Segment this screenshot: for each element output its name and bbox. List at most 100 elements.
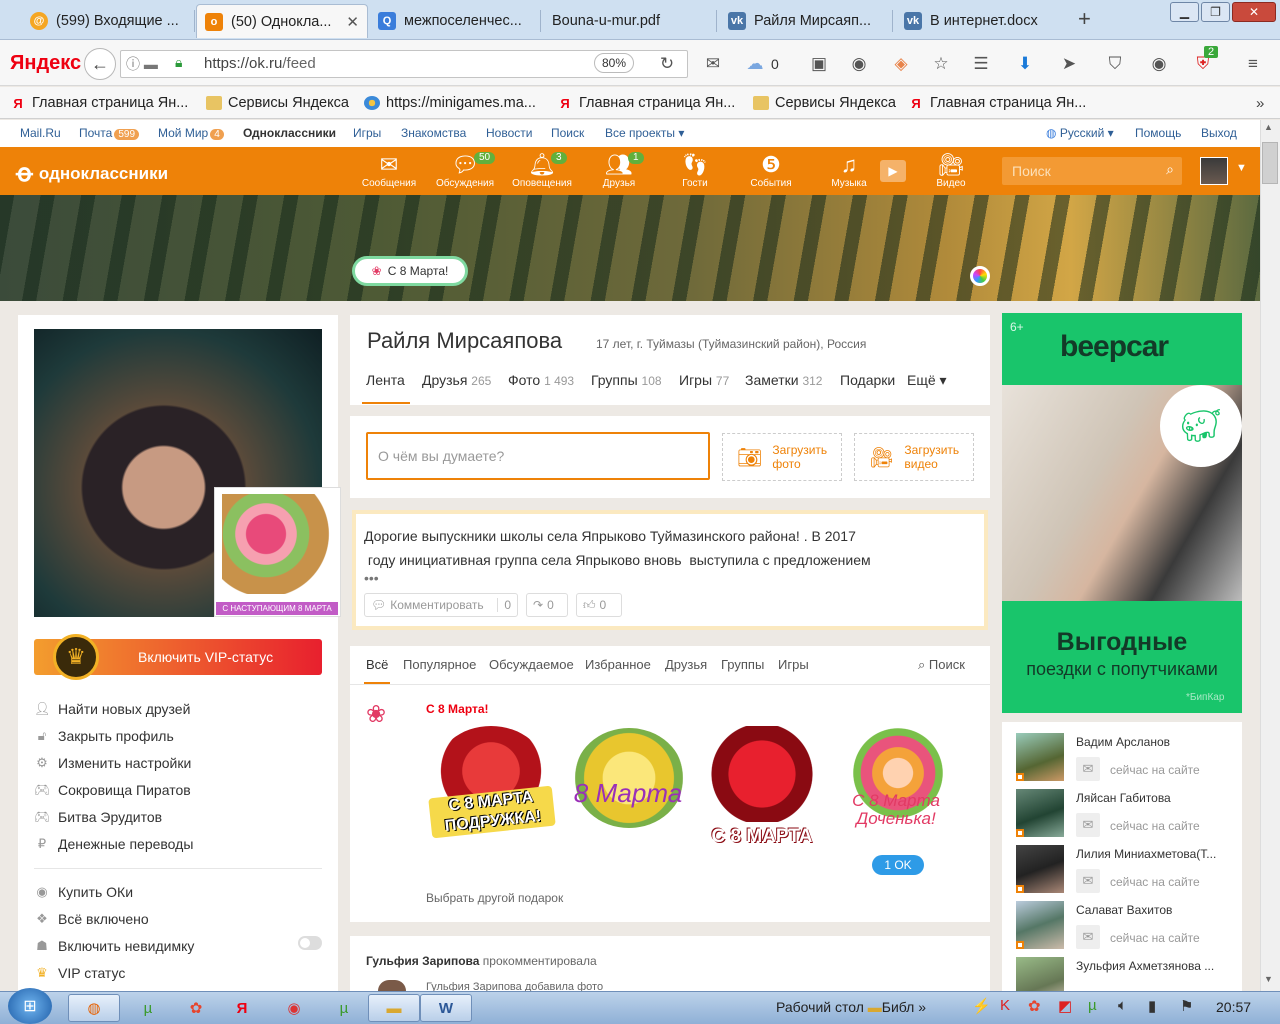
- upload-photo-button[interactable]: 📷︎ Загрузить фото: [722, 433, 842, 481]
- nav-guests[interactable]: 👣︎ Гости: [658, 152, 732, 189]
- tray-icon[interactable]: µ: [1088, 997, 1097, 1014]
- menu-invisible[interactable]: ☗ Включить невидимку: [34, 938, 194, 954]
- nav-video[interactable]: 🎥︎ Видео: [914, 152, 988, 189]
- like-button[interactable]: 👍︎ 0: [576, 593, 622, 617]
- pocket-icon[interactable]: ⛉: [1104, 53, 1126, 75]
- bookmark-item[interactable]: Сервисы Яндекса: [206, 95, 349, 111]
- portal-link-all-projects[interactable]: Все проекты ▾: [605, 126, 684, 140]
- url-text[interactable]: https://ok.ru/feed: [204, 55, 316, 72]
- friend-name[interactable]: Салават Вахитов: [1076, 903, 1236, 917]
- feed-author-avatar[interactable]: [378, 980, 406, 991]
- network-icon[interactable]: ▮: [1148, 997, 1156, 1015]
- friend-item[interactable]: Зульфия Ахметзянова ...: [1016, 957, 1236, 991]
- zoom-level[interactable]: 80%: [594, 53, 634, 73]
- comment-button[interactable]: 💬︎ Комментировать 0: [364, 593, 518, 617]
- browser-tab-vk1[interactable]: vk Райля Мирсаяп...: [720, 4, 890, 38]
- tray-icon[interactable]: ⚡: [972, 997, 991, 1015]
- chevron-down-icon[interactable]: ▼: [1236, 162, 1247, 174]
- envelope-icon[interactable]: ✉: [1076, 869, 1100, 893]
- friend-item[interactable]: Ляйсан Габитова ✉ сейчас на сайте: [1016, 789, 1236, 839]
- menu-icon[interactable]: ≡: [1242, 53, 1264, 75]
- cloud-icon[interactable]: ☁: [744, 53, 766, 75]
- page-scrollbar[interactable]: [1260, 120, 1280, 991]
- cover-color-picker-icon[interactable]: [970, 266, 990, 286]
- friend-name[interactable]: Вадим Арсланов: [1076, 735, 1236, 749]
- feed-tab-discussed[interactable]: Обсуждаемое: [489, 657, 574, 672]
- start-button[interactable]: ⊞: [8, 988, 52, 1024]
- browser-tab-ok[interactable]: о (50) Однокла... ✕: [196, 4, 368, 38]
- envelope-icon[interactable]: ✉: [1076, 813, 1100, 837]
- tab-more[interactable]: Ещё ▾: [907, 372, 947, 389]
- tab-friends[interactable]: Друзья 265: [422, 372, 491, 388]
- download-icon[interactable]: ⬇: [1014, 53, 1036, 75]
- taskbar-firefox[interactable]: ◍: [68, 994, 120, 1022]
- gift-price-badge[interactable]: 1 OK: [872, 855, 924, 875]
- tab-games[interactable]: Игры 77: [679, 372, 729, 388]
- nav-notifications[interactable]: 🔔︎ 3 Оповещения: [505, 152, 579, 189]
- friend-item[interactable]: Салават Вахитов ✉ сейчас на сайте: [1016, 901, 1236, 951]
- bookmark-item[interactable]: Я Главная страница Ян...: [908, 95, 1086, 111]
- portal-link-games[interactable]: Игры: [353, 126, 381, 140]
- upload-video-button[interactable]: 🎥︎ Загрузить видео: [854, 433, 974, 481]
- nav-discussions[interactable]: 💬︎ 50 Обсуждения: [428, 152, 502, 189]
- nav-friends[interactable]: 👥︎ 1 Друзья: [582, 152, 656, 189]
- yandex-logo[interactable]: Яндекс: [10, 52, 81, 75]
- menu-close-profile[interactable]: 🔓︎ Закрыть профиль: [34, 728, 174, 744]
- portal-link-news[interactable]: Новости: [486, 126, 532, 140]
- tray-icon[interactable]: ✿: [1028, 997, 1041, 1015]
- minimize-icon[interactable]: ▁: [1170, 2, 1199, 22]
- envelope-icon[interactable]: ✉: [1076, 925, 1100, 949]
- menu-settings[interactable]: ⚙ Изменить настройки: [34, 755, 191, 771]
- gift-girl[interactable]: С 8 Марта Доченька!: [834, 722, 958, 852]
- scroll-up-icon[interactable]: ▲: [1264, 122, 1273, 132]
- browser-tab-pdf[interactable]: Bouna-u-mur.pdf: [544, 4, 714, 38]
- tab-photos[interactable]: Фото 1 493: [508, 372, 574, 388]
- gift-roses[interactable]: С 8 МАРТА ПОДРУЖКА!: [428, 722, 556, 852]
- bookmarks-overflow-icon[interactable]: »: [1256, 95, 1264, 112]
- taskbar-word[interactable]: W: [420, 994, 472, 1022]
- menu-find-friends[interactable]: 👤︎ Найти новых друзей: [34, 701, 190, 717]
- ok-extension-icon[interactable]: ◈: [890, 53, 912, 75]
- friend-name[interactable]: Зульфия Ахметзянова ...: [1076, 959, 1236, 973]
- menu-buy-ok[interactable]: ◉ Купить ОКи: [34, 884, 133, 900]
- portal-link-mir[interactable]: Мой Мир 4: [158, 126, 224, 140]
- tab-feed[interactable]: Лента: [366, 372, 405, 388]
- friend-item[interactable]: Вадим Арсланов ✉ сейчас на сайте: [1016, 733, 1236, 783]
- menu-all-inclusive[interactable]: ❖ Всё включено: [34, 911, 149, 927]
- feed-tab-games[interactable]: Игры: [778, 657, 809, 672]
- portal-link-search[interactable]: Поиск: [551, 126, 584, 140]
- gift-shoes[interactable]: С 8 МАРТА: [700, 722, 824, 852]
- extension-icon[interactable]: ◉: [848, 53, 870, 75]
- profile-name[interactable]: Райля Мирсаяпова: [367, 328, 562, 354]
- more-icon[interactable]: •••: [364, 571, 964, 585]
- desktop-toolbar[interactable]: Рабочий стол ▬Библ »: [776, 999, 926, 1015]
- feed-search[interactable]: ⌕ Поиск: [918, 657, 965, 673]
- gift-yellow-roses[interactable]: 8 Марта: [566, 722, 690, 852]
- volume-icon[interactable]: 🔈︎: [1118, 997, 1127, 1014]
- menu-erudite[interactable]: 🎮︎ Битва Эрудитов: [34, 809, 162, 825]
- tab-notes[interactable]: Заметки 312: [745, 372, 822, 388]
- send-icon[interactable]: ➤: [1058, 53, 1080, 75]
- portal-link-ok[interactable]: Одноклассники: [243, 126, 336, 140]
- topic-text[interactable]: Дорогие выпускники школы села Япрыково Т…: [364, 524, 964, 585]
- taskbar-utorrent[interactable]: µ: [122, 994, 174, 1022]
- scrollbar-thumb[interactable]: [1262, 142, 1278, 184]
- portal-link-dating[interactable]: Знакомства: [401, 126, 466, 140]
- close-tab-icon[interactable]: ✕: [346, 13, 359, 31]
- nav-music[interactable]: ♫ Музыка: [812, 152, 886, 189]
- march-8-badge[interactable]: ❀ С 8 Марта!: [352, 256, 468, 286]
- back-button[interactable]: ←: [84, 48, 116, 80]
- taskbar-app[interactable]: ✿: [170, 994, 222, 1022]
- portal-link-mailru[interactable]: Mail.Ru: [20, 126, 61, 140]
- close-window-icon[interactable]: ✕: [1232, 2, 1276, 22]
- choose-other-gift-link[interactable]: Выбрать другой подарок: [426, 891, 563, 905]
- nav-events[interactable]: ❺ События: [734, 152, 808, 189]
- menu-money[interactable]: ₽ Денежные переводы: [34, 836, 194, 852]
- nav-messages[interactable]: ✉ Сообщения: [352, 152, 426, 189]
- tray-icon[interactable]: ◩: [1058, 997, 1072, 1015]
- mail-ext-icon[interactable]: ✉: [702, 53, 724, 75]
- reload-icon[interactable]: ↻: [656, 53, 678, 75]
- feed-tab-friends[interactable]: Друзья: [665, 657, 707, 672]
- taskbar-utorrent[interactable]: µ: [318, 994, 370, 1022]
- ok-logo[interactable]: ꝋ одноклассники: [16, 159, 168, 188]
